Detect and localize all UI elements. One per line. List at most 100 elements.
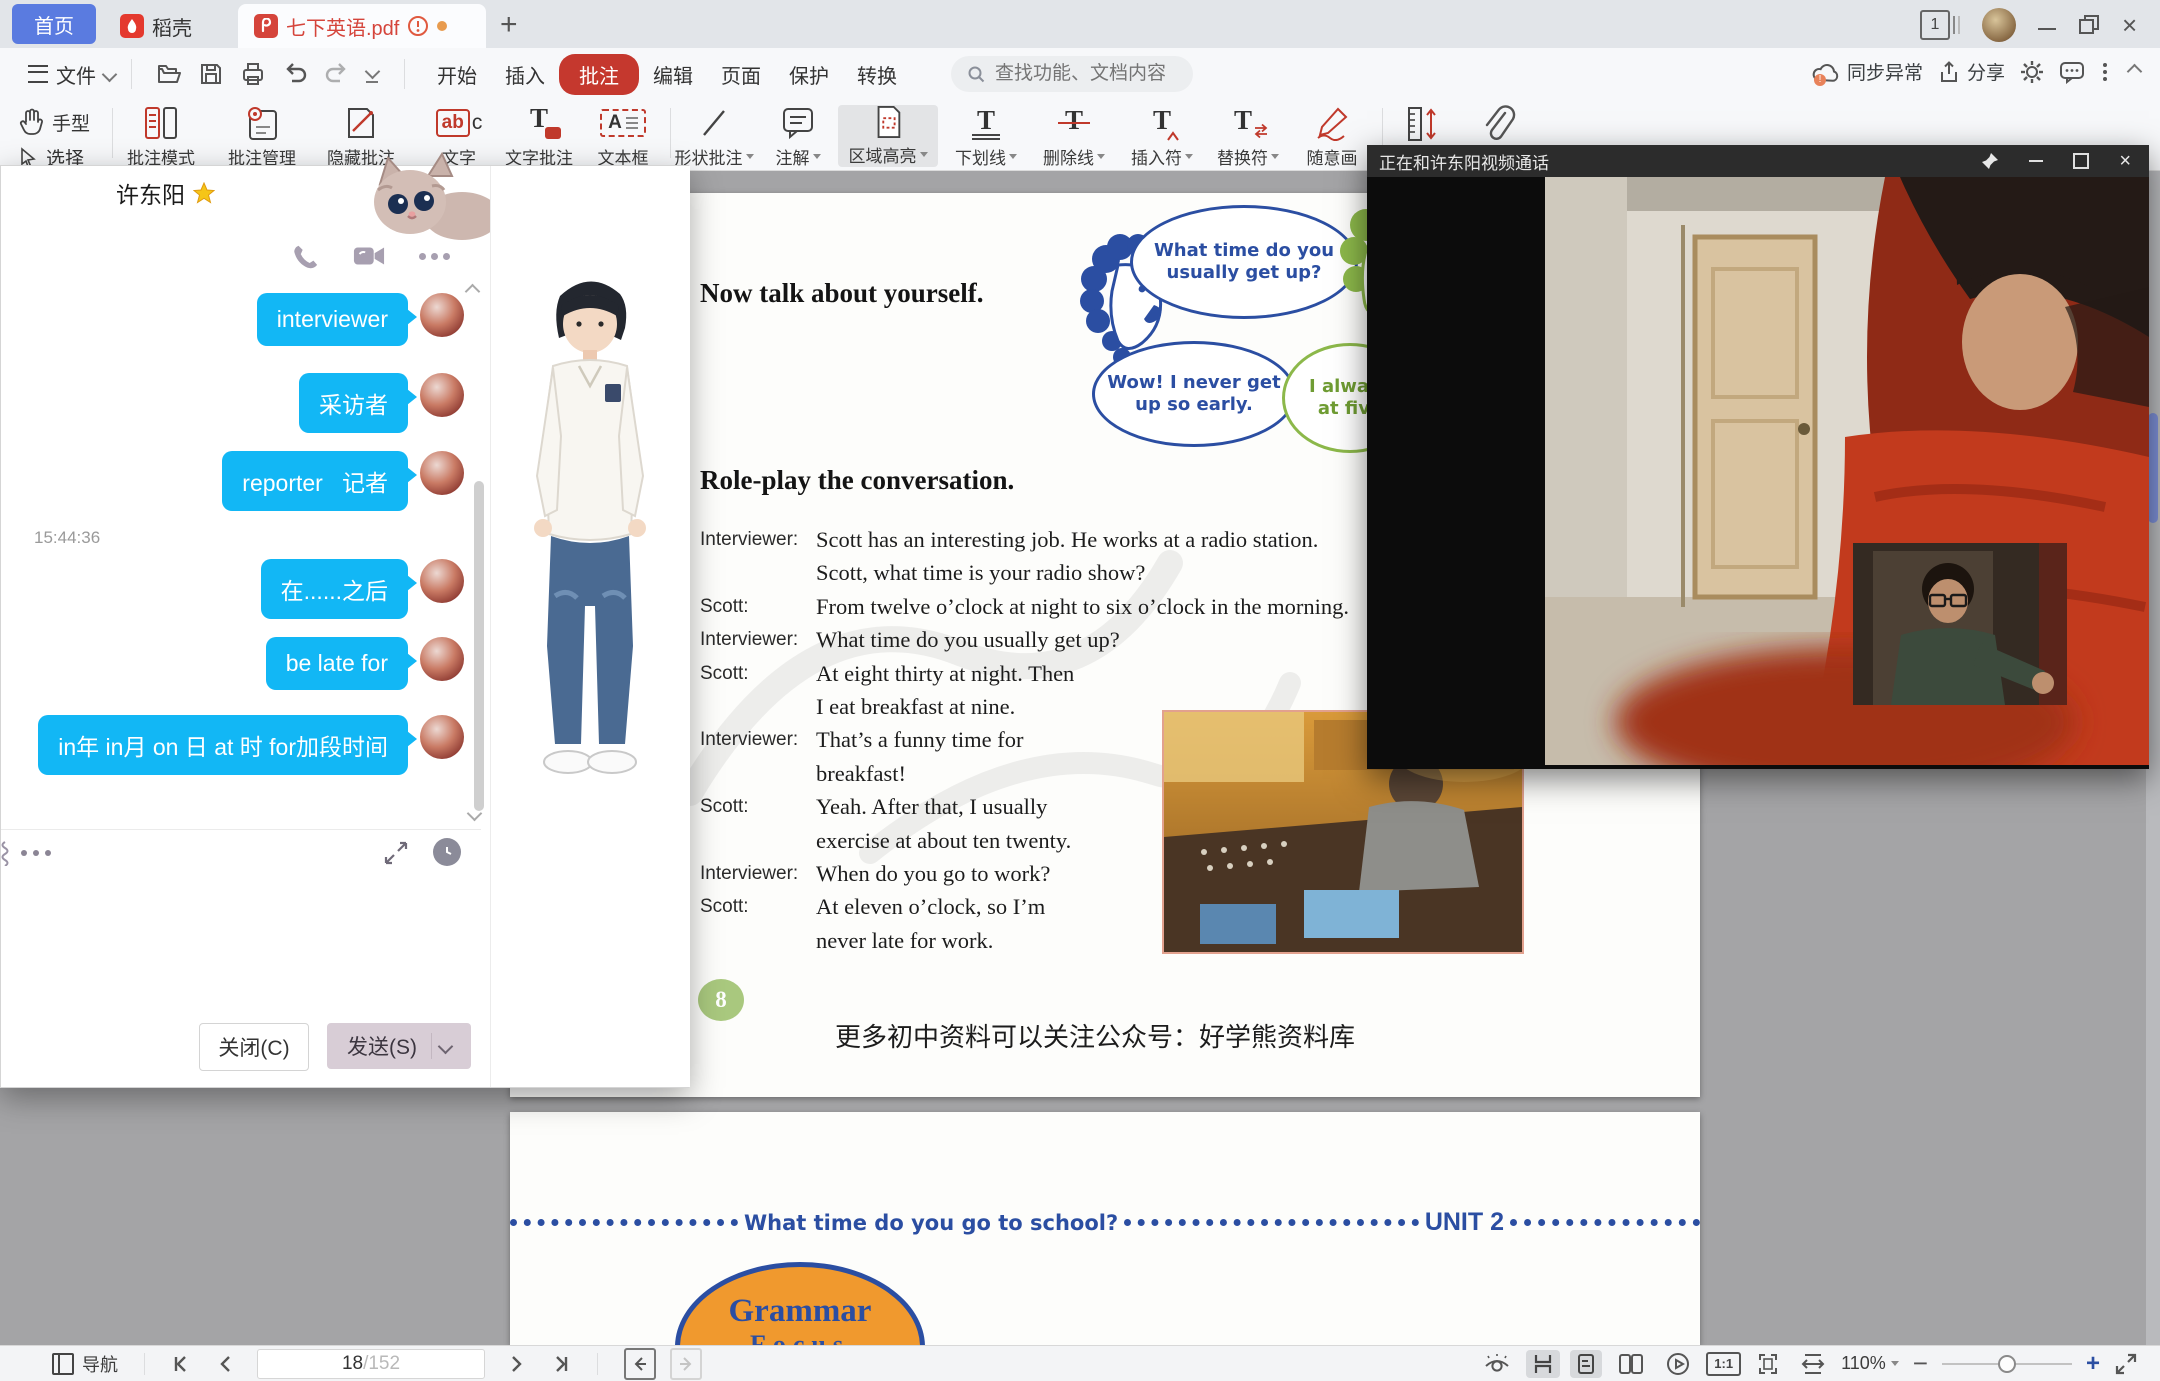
tool-attachment[interactable] bbox=[1462, 105, 1532, 143]
scroll-up-icon[interactable] bbox=[467, 284, 478, 302]
scroll-down-icon[interactable] bbox=[469, 806, 480, 824]
tool-annotate-mode[interactable]: 批注模式 bbox=[113, 105, 209, 169]
window-restore-icon[interactable] bbox=[2078, 14, 2100, 36]
history-back-icon[interactable] bbox=[624, 1348, 656, 1380]
comment-icon[interactable] bbox=[2059, 60, 2085, 84]
open-folder-icon[interactable] bbox=[156, 61, 182, 87]
message-history-icon[interactable] bbox=[433, 838, 461, 866]
menu-insert[interactable]: 插入 bbox=[491, 54, 559, 95]
hand-tool[interactable]: 手型 bbox=[18, 108, 90, 136]
settings-gear-icon[interactable] bbox=[2019, 59, 2045, 85]
video-minimize-icon[interactable] bbox=[2029, 160, 2043, 162]
chat-message: 在......之后 bbox=[1, 559, 464, 619]
eye-protection-icon[interactable] bbox=[1478, 1350, 1516, 1378]
tool-annotate-manager[interactable]: 批注管理 bbox=[214, 105, 310, 169]
scrollbar-thumb[interactable] bbox=[2148, 413, 2158, 523]
window-minimize-icon[interactable] bbox=[2038, 28, 2056, 30]
window-close-icon[interactable]: × bbox=[2122, 15, 2137, 35]
menu-convert[interactable]: 转换 bbox=[843, 54, 911, 95]
menu-annotate[interactable]: 批注 bbox=[559, 54, 639, 95]
page-number-box[interactable]: 18 /152 bbox=[257, 1349, 485, 1379]
avatar[interactable] bbox=[420, 293, 464, 337]
two-page-view-icon[interactable] bbox=[1612, 1350, 1650, 1378]
tool-note[interactable]: 注解 bbox=[750, 105, 846, 169]
vip-star-icon bbox=[193, 182, 215, 204]
tool-underline[interactable]: T 下划线 bbox=[938, 105, 1034, 169]
tab-document[interactable]: 七下英语.pdf bbox=[238, 4, 486, 48]
chat-scrollbar-thumb[interactable] bbox=[474, 481, 484, 811]
user-avatar[interactable] bbox=[1982, 8, 2016, 42]
window-tab-list-icon[interactable]: 1 bbox=[1920, 10, 1960, 40]
zoom-level-control[interactable]: 110% bbox=[1841, 1353, 1899, 1374]
avatar[interactable] bbox=[420, 559, 464, 603]
next-page-icon[interactable] bbox=[505, 1353, 527, 1375]
local-video-pip[interactable] bbox=[1853, 543, 2067, 705]
emoticon-handle-icon[interactable] bbox=[0, 840, 13, 866]
chat-input-area[interactable] bbox=[1, 872, 481, 1017]
tool-text-box[interactable]: A 文本框 bbox=[575, 105, 671, 169]
menu-protect[interactable]: 保护 bbox=[775, 54, 843, 95]
zoom-slider[interactable] bbox=[1942, 1354, 2072, 1374]
tool-measure[interactable] bbox=[1388, 105, 1458, 143]
video-call-icon[interactable] bbox=[353, 243, 385, 269]
video-maximize-icon[interactable] bbox=[2073, 153, 2089, 169]
zoom-in-icon[interactable]: + bbox=[2086, 1350, 2100, 1378]
last-page-icon[interactable] bbox=[549, 1353, 571, 1375]
prev-page-icon[interactable] bbox=[215, 1353, 237, 1375]
status-bar: 导航 18 /152 bbox=[0, 1345, 2160, 1381]
save-icon[interactable] bbox=[198, 61, 224, 87]
avatar[interactable] bbox=[420, 637, 464, 681]
share-button[interactable]: 分享 bbox=[1937, 58, 2005, 85]
navigation-toggle[interactable]: 导航 bbox=[52, 1351, 118, 1377]
undo-icon[interactable] bbox=[282, 61, 308, 87]
avatar[interactable] bbox=[420, 451, 464, 495]
tool-caret[interactable]: T 插入符 bbox=[1114, 105, 1210, 169]
chat-close-button[interactable]: 关闭(C) bbox=[199, 1023, 309, 1071]
video-close-icon[interactable]: × bbox=[2119, 150, 2131, 173]
continuous-scroll-mode-icon[interactable] bbox=[1526, 1350, 1560, 1378]
expand-input-icon[interactable] bbox=[383, 840, 409, 866]
search-input[interactable] bbox=[993, 62, 1167, 86]
tool-replace-mark[interactable]: T 替换符 bbox=[1200, 105, 1296, 169]
tool-shape-annotation[interactable]: 形状批注 bbox=[666, 105, 762, 169]
collapse-ribbon-icon[interactable] bbox=[2127, 64, 2143, 80]
single-page-view-icon[interactable] bbox=[1570, 1350, 1602, 1378]
tab-docer[interactable]: 稻壳 bbox=[104, 4, 208, 48]
video-call-titlebar[interactable]: 正在和许东阳视频通话 × bbox=[1367, 145, 2149, 177]
zoom-out-icon[interactable]: − bbox=[1913, 1348, 1928, 1379]
pin-icon[interactable] bbox=[1981, 152, 1999, 170]
voice-call-icon[interactable] bbox=[291, 242, 319, 270]
tool-text-annotation[interactable]: T 文字批注 bbox=[491, 105, 587, 169]
first-page-icon[interactable] bbox=[171, 1353, 193, 1375]
fit-page-icon[interactable] bbox=[1751, 1350, 1785, 1378]
file-menu[interactable]: 文件 bbox=[28, 60, 115, 89]
actual-size-icon[interactable]: 1:1 bbox=[1706, 1352, 1741, 1376]
avatar[interactable] bbox=[420, 715, 464, 759]
slideshow-play-icon[interactable] bbox=[1660, 1350, 1696, 1378]
avatar[interactable] bbox=[420, 373, 464, 417]
chat-send-button[interactable]: 发送(S) bbox=[327, 1023, 471, 1069]
menu-edit[interactable]: 编辑 bbox=[639, 54, 707, 95]
print-icon[interactable] bbox=[240, 61, 266, 87]
search-box[interactable] bbox=[951, 56, 1193, 92]
tool-freehand-draw[interactable]: 随意画 bbox=[1284, 105, 1380, 169]
fit-width-icon[interactable] bbox=[1795, 1350, 1831, 1378]
more-options-icon[interactable] bbox=[2099, 63, 2111, 81]
redo-icon[interactable] bbox=[324, 61, 350, 87]
tool-strikethrough[interactable]: T 删除线 bbox=[1026, 105, 1122, 169]
input-more-icon[interactable] bbox=[21, 850, 51, 856]
sync-status[interactable]: ! 同步异常 bbox=[1811, 58, 1923, 85]
send-options-icon[interactable] bbox=[438, 1038, 454, 1054]
menu-start[interactable]: 开始 bbox=[423, 54, 491, 95]
zoom-slider-knob[interactable] bbox=[1998, 1355, 2016, 1373]
chat-more-icon[interactable] bbox=[419, 253, 450, 260]
history-forward-icon[interactable] bbox=[670, 1348, 702, 1380]
tab-home[interactable]: 首页 bbox=[12, 4, 96, 44]
new-tab-button[interactable]: + bbox=[500, 8, 518, 42]
fullscreen-icon[interactable] bbox=[2114, 1352, 2138, 1376]
toolbar-more-icon[interactable] bbox=[366, 66, 378, 83]
menu-page[interactable]: 页面 bbox=[707, 54, 775, 95]
tool-area-highlight[interactable]: 区域高亮 bbox=[838, 105, 938, 167]
chat-window: 许东阳 × bbox=[0, 165, 689, 1088]
doc-warning-icon[interactable] bbox=[407, 15, 429, 37]
